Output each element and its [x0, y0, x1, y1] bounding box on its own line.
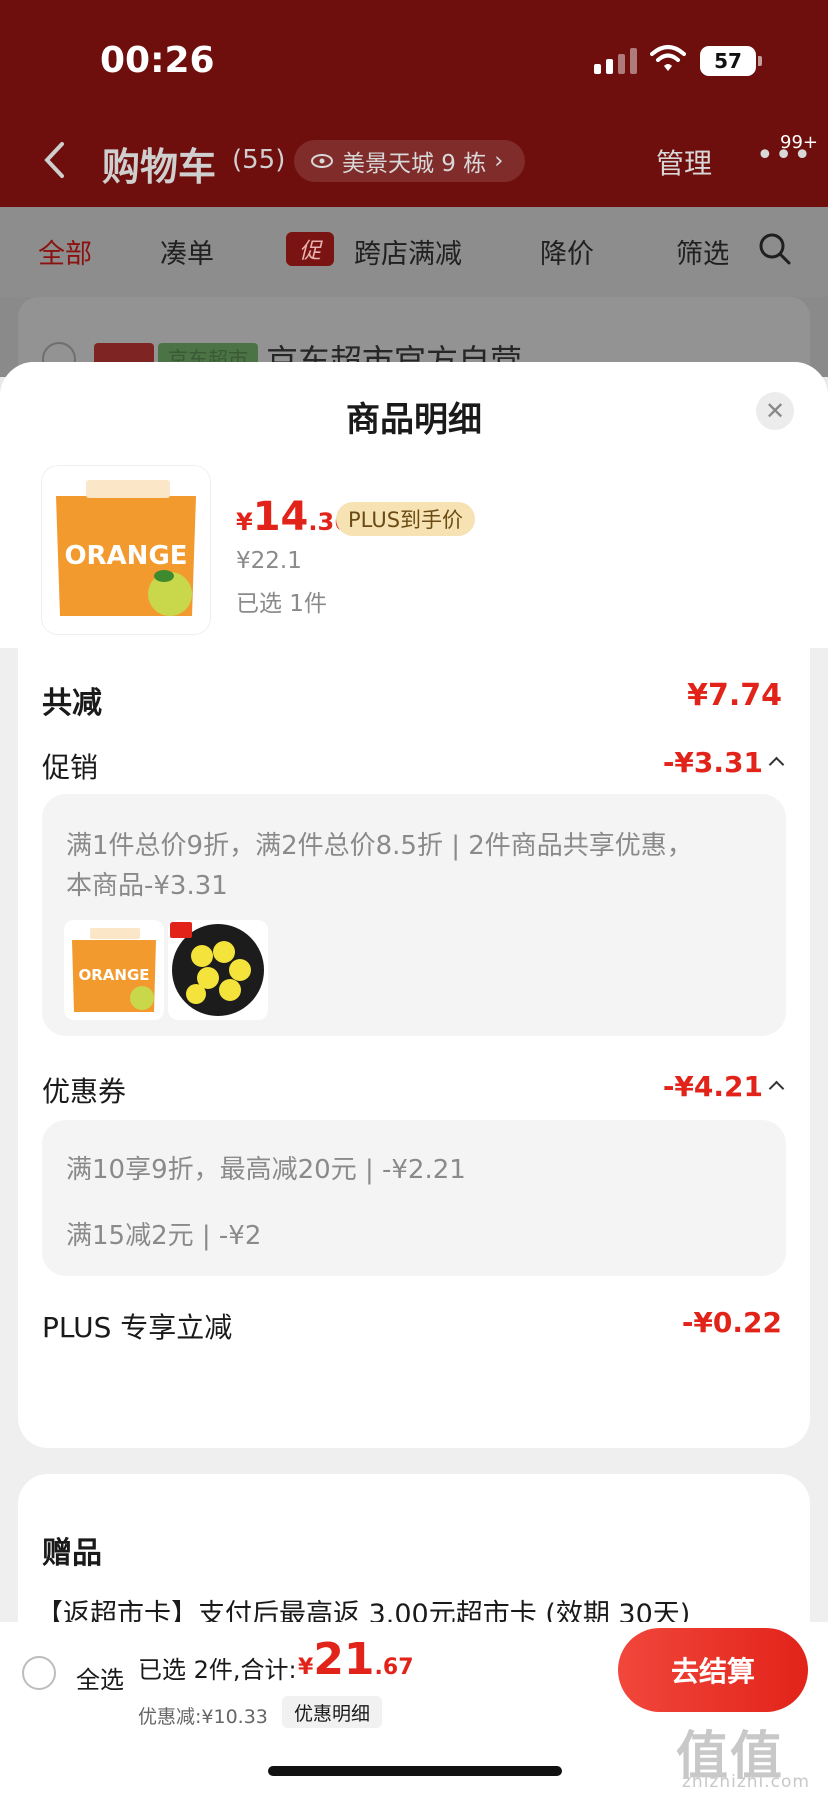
gift-title: 赠品: [42, 1536, 102, 1571]
tab-cross-store[interactable]: 跨店满减: [354, 232, 462, 271]
wifi-icon: [650, 45, 686, 71]
coupon-amount: -¥4.21: [662, 1070, 763, 1103]
promo-product-image-2: [168, 920, 268, 1020]
selected-quantity: 已选 1件: [236, 591, 327, 617]
discount-card: 共减 ¥7.74 促销 -¥3.31 满1件总价9折，满2件总价8.5折 | 2…: [18, 648, 810, 1448]
discount-detail-button[interactable]: 优惠明细: [282, 1696, 383, 1728]
product-image: ORANGE: [42, 466, 210, 634]
promotion-line1: 满1件总价9折，满2件总价8.5折 | 2件商品共享优惠，: [66, 831, 693, 861]
promo-icon: 促: [286, 232, 334, 266]
promotion-amount: -¥3.31: [662, 746, 763, 779]
coupon-toggle[interactable]: -¥4.21: [662, 1070, 785, 1103]
home-indicator[interactable]: [268, 1766, 562, 1776]
svg-text:ORANGE: ORANGE: [78, 966, 149, 984]
coupon-line1: 满10享9折，最高减20元 | -¥2.21: [66, 1155, 466, 1185]
chevron-up-icon: [768, 1080, 785, 1097]
total-price: ¥21.67: [298, 1634, 414, 1685]
promotion-line2: 本商品-¥3.31: [66, 871, 228, 901]
plus-label: PLUS 专享立减: [42, 1311, 233, 1344]
coupon-label: 优惠券: [42, 1075, 127, 1108]
manage-button[interactable]: 管理: [656, 142, 712, 182]
tab-all[interactable]: 全部: [38, 232, 92, 271]
checkout-bar: 全选 已选 2件,合计: ¥21.67 优惠减:¥10.33 优惠明细 去结算 …: [0, 1622, 828, 1796]
tab-price-drop[interactable]: 降价: [540, 232, 594, 271]
select-all-label[interactable]: 全选: [76, 1660, 124, 1695]
signal-icon: [594, 48, 637, 74]
cart-count: (55): [232, 145, 286, 175]
promo-product-image-1: ORANGE: [64, 920, 164, 1020]
battery-icon: 57: [700, 46, 762, 76]
eye-icon: [311, 154, 333, 168]
promotion-label: 促销: [42, 751, 99, 784]
location-label: 美景天城 9 栋: [342, 151, 487, 177]
back-icon[interactable]: [42, 140, 66, 180]
product-price: ¥14.36: [236, 494, 351, 540]
close-icon[interactable]: ✕: [756, 392, 794, 430]
plus-price-tag: PLUS到手价: [336, 502, 476, 536]
promotion-toggle[interactable]: -¥3.31: [662, 746, 785, 779]
total-reduction-amount: ¥7.74: [687, 678, 782, 713]
coupon-line2: 满15减2元 | -¥2: [66, 1221, 262, 1251]
detail-sheet: 商品明细 ✕ ORANGE ¥14.36 PLUS到手价 ¥22.1 已选 1件…: [0, 362, 828, 1796]
sheet-header: 商品明细 ✕: [0, 362, 828, 448]
chevron-up-icon: [768, 756, 785, 773]
tab-bundle[interactable]: 凑单: [160, 232, 214, 271]
plus-amount: -¥0.22: [681, 1306, 782, 1339]
chevron-right-icon: ›: [494, 148, 504, 174]
page-title: 购物车: [102, 145, 217, 189]
original-price: ¥22.1: [236, 548, 302, 574]
status-time: 00:26: [100, 40, 215, 81]
select-all-radio[interactable]: [22, 1656, 56, 1690]
coupon-detail-box: 满10享9折，最高减20元 | -¥2.21 满15减2元 | -¥2: [42, 1120, 786, 1276]
total-reduction-label: 共减: [42, 686, 102, 721]
checkout-button[interactable]: 去结算: [618, 1628, 808, 1712]
saved-amount: 优惠减:¥10.33: [138, 1706, 268, 1728]
watermark-url: zhizhizhi.com: [682, 1772, 810, 1792]
search-icon[interactable]: [758, 232, 792, 266]
tab-filter[interactable]: 筛选: [676, 232, 728, 271]
svg-text:ORANGE: ORANGE: [64, 541, 187, 571]
message-badge: 99+: [780, 132, 818, 153]
selected-count: 已选 2件,合计:: [138, 1656, 297, 1684]
sheet-title: 商品明细: [346, 400, 482, 440]
location-selector[interactable]: 美景天城 9 栋 ›: [294, 140, 526, 182]
promotion-detail-box: 满1件总价9折，满2件总价8.5折 | 2件商品共享优惠， 本商品-¥3.31 …: [42, 794, 786, 1036]
